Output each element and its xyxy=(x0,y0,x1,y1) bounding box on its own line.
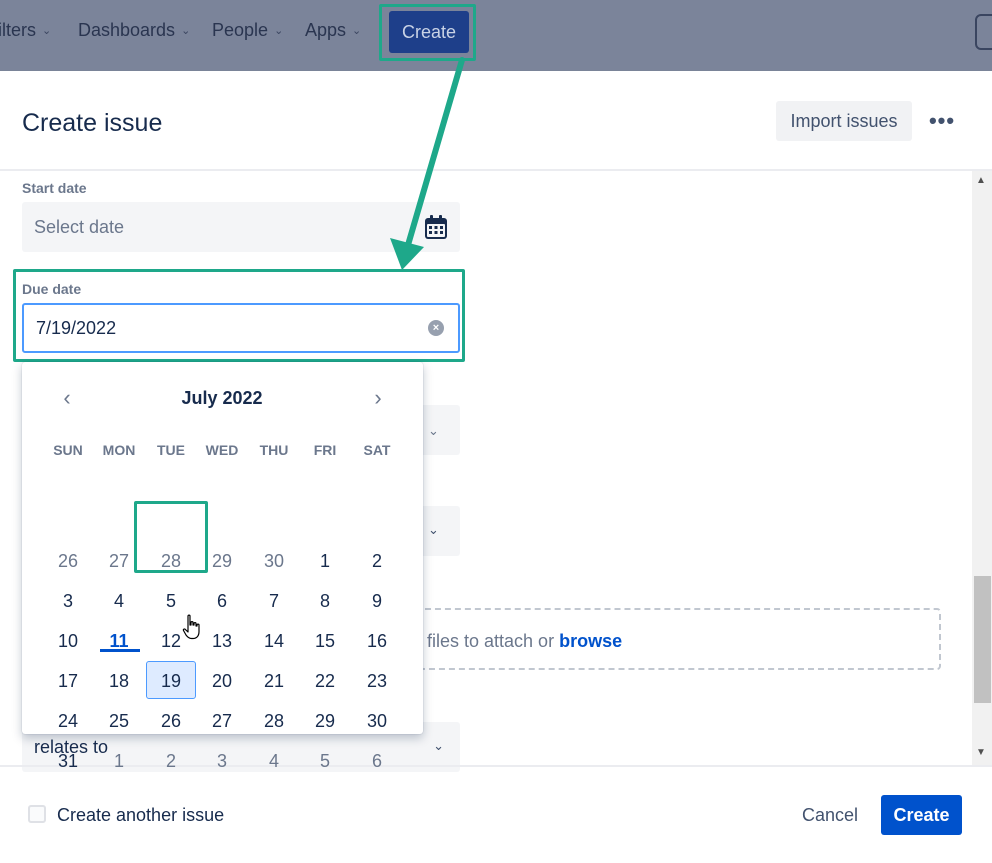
calendar-day[interactable]: 2 xyxy=(352,543,402,579)
nav-people-label: People xyxy=(212,20,269,40)
calendar-day[interactable]: 1 xyxy=(300,543,350,579)
calendar-day[interactable]: 9 xyxy=(352,583,402,619)
calendar-day[interactable]: 4 xyxy=(94,583,144,619)
calendar-day[interactable]: 25 xyxy=(94,703,144,739)
chevron-down-icon: ⌄ xyxy=(274,25,284,37)
calendar-day-selected[interactable]: 19 xyxy=(146,663,196,699)
import-issues-button[interactable]: Import issues xyxy=(776,101,912,141)
calendar-day[interactable]: 2 xyxy=(146,743,196,779)
nav-apps-label: Apps xyxy=(305,20,347,40)
chevron-down-icon: ⌄ xyxy=(433,738,444,753)
calendar-day[interactable]: 16 xyxy=(352,623,402,659)
calendar-day[interactable]: 28 xyxy=(249,703,299,739)
calendar-day[interactable]: 23 xyxy=(352,663,402,699)
today-indicator xyxy=(100,649,140,652)
nav-dashboards[interactable]: Dashboards ⌄ xyxy=(78,20,190,41)
calendar-day-today[interactable]: 11 xyxy=(94,623,144,659)
chevron-down-icon: ⌄ xyxy=(352,25,362,37)
start-date-placeholder: Select date xyxy=(34,216,125,237)
chevron-down-icon: ⌄ xyxy=(428,522,439,537)
weekday-header: SUN xyxy=(53,442,83,458)
hidden-select-field-1[interactable] xyxy=(420,405,460,455)
start-date-field[interactable]: Select date xyxy=(22,202,460,252)
create-another-label[interactable]: Create another issue xyxy=(57,805,224,826)
chevron-down-icon: ⌄ xyxy=(181,25,191,37)
weekday-header: TUE xyxy=(157,442,185,458)
scroll-up-arrow-icon[interactable]: ▲ xyxy=(976,175,986,186)
attachment-instructions: files to attach or xyxy=(427,631,560,651)
start-date-label: Start date xyxy=(22,180,87,196)
calendar-day[interactable]: 8 xyxy=(300,583,350,619)
annotation-highlight-selected-day xyxy=(134,501,208,573)
create-issue-modal: Create issue Import issues ••• Start dat… xyxy=(0,71,992,863)
calendar-day[interactable]: 27 xyxy=(197,703,247,739)
weekday-header: SAT xyxy=(363,442,391,458)
calendar-day[interactable]: 3 xyxy=(197,743,247,779)
chevron-down-icon: ⌄ xyxy=(42,25,52,37)
chevron-left-icon[interactable]: ‹ xyxy=(55,384,79,412)
calendar-day[interactable]: 31 xyxy=(43,743,93,779)
nav-dashboards-label: Dashboards xyxy=(78,20,176,40)
weekday-header: FRI xyxy=(313,442,337,458)
nav-filters[interactable]: ilters ⌄ xyxy=(0,20,51,41)
calendar-icon[interactable] xyxy=(424,214,448,240)
calendar-day[interactable]: 4 xyxy=(249,743,299,779)
calendar-day[interactable]: 26 xyxy=(43,543,93,579)
annotation-highlight-due-date xyxy=(13,269,465,362)
date-picker-calendar: ‹ July 2022 › SUN MON TUE WED THU FRI SAT 26 27 2… xyxy=(22,362,423,771)
calendar-day[interactable]: 5 xyxy=(300,743,350,779)
hand-cursor-icon xyxy=(182,614,200,640)
annotation-highlight-create xyxy=(379,4,476,61)
calendar-day[interactable]: 14 xyxy=(249,623,299,659)
modal-title: Create issue xyxy=(22,109,163,137)
weekday-header: MON xyxy=(102,442,136,458)
calendar-day[interactable]: 3 xyxy=(43,583,93,619)
calendar-day[interactable]: 21 xyxy=(249,663,299,699)
calendar-day[interactable]: 15 xyxy=(300,623,350,659)
calendar-month-label: July 2022 xyxy=(181,388,263,408)
calendar-day[interactable]: 20 xyxy=(197,663,247,699)
nav-search-box[interactable] xyxy=(975,14,992,50)
header-divider xyxy=(0,169,992,171)
scrollbar-thumb[interactable] xyxy=(974,576,991,703)
calendar-day[interactable]: 17 xyxy=(43,663,93,699)
attachment-text: files to attach or browse xyxy=(427,631,622,652)
browse-link[interactable]: browse xyxy=(559,631,622,651)
calendar-day[interactable]: 1 xyxy=(94,743,144,779)
chevron-right-icon[interactable]: › xyxy=(366,384,390,412)
calendar-day[interactable]: 6 xyxy=(197,583,247,619)
create-another-checkbox[interactable] xyxy=(28,805,46,823)
top-navigation: ilters ⌄ Dashboards ⌄ People ⌄ Apps ⌄ Cr… xyxy=(0,0,992,70)
chevron-down-icon: ⌄ xyxy=(428,423,439,438)
calendar-day[interactable]: 29 xyxy=(300,703,350,739)
calendar-day[interactable]: 26 xyxy=(146,703,196,739)
calendar-day[interactable]: 10 xyxy=(43,623,93,659)
scroll-down-arrow-icon[interactable]: ▼ xyxy=(976,747,986,758)
calendar-day[interactable]: 6 xyxy=(352,743,402,779)
weekday-header: WED xyxy=(205,442,239,458)
nav-filters-label: ilters xyxy=(0,20,37,40)
calendar-day[interactable]: 22 xyxy=(300,663,350,699)
calendar-day[interactable]: 30 xyxy=(249,543,299,579)
hidden-select-field-2[interactable] xyxy=(420,506,460,556)
weekday-header: THU xyxy=(259,442,289,458)
calendar-day[interactable]: 13 xyxy=(197,623,247,659)
calendar-day[interactable]: 18 xyxy=(94,663,144,699)
cancel-button[interactable]: Cancel xyxy=(795,795,865,835)
nav-people[interactable]: People ⌄ xyxy=(212,20,283,41)
more-icon[interactable]: ••• xyxy=(926,104,958,138)
calendar-day[interactable]: 7 xyxy=(249,583,299,619)
create-submit-button[interactable]: Create xyxy=(881,795,962,835)
calendar-day[interactable]: 30 xyxy=(352,703,402,739)
nav-apps[interactable]: Apps ⌄ xyxy=(305,20,361,41)
calendar-day[interactable]: 24 xyxy=(43,703,93,739)
